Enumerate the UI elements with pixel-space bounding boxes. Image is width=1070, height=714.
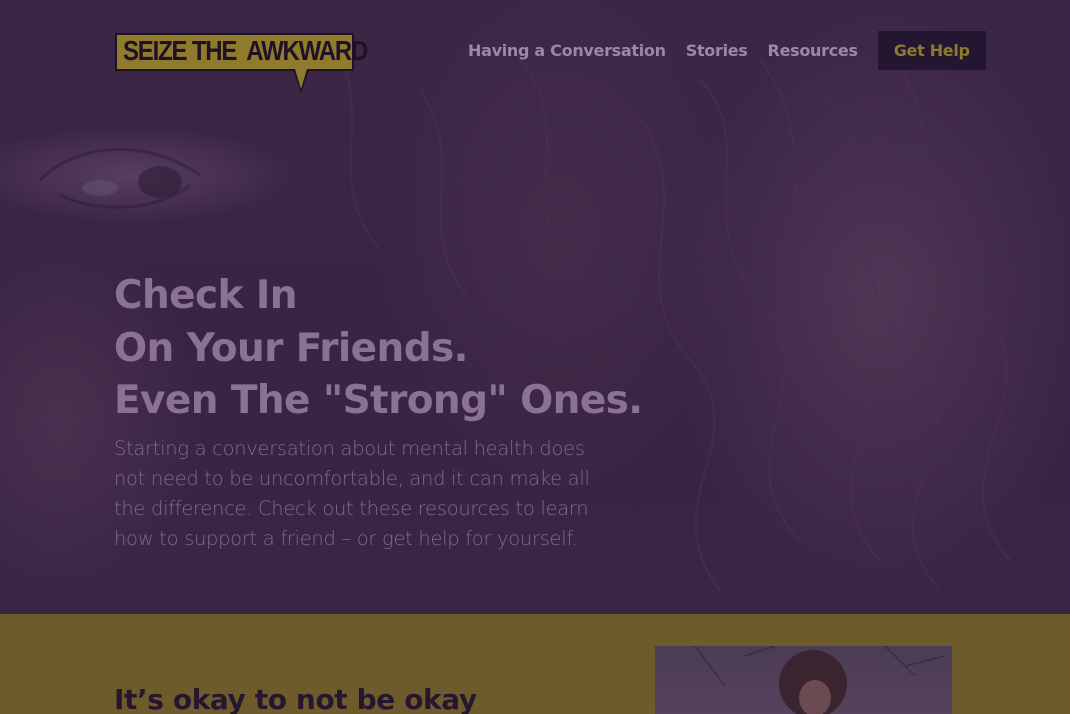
hero-section: SEIZE THE AWKWARD Having a Conversation … — [0, 0, 1070, 614]
headline-line-3: Even The "Strong" Ones. — [114, 378, 643, 423]
hero-headline: Check In On Your Friends. Even The "Stro… — [114, 270, 674, 428]
logo-text: SEIZE THE AWKWARD — [123, 35, 368, 67]
section-heading: It’s okay to not be okay — [114, 683, 477, 714]
main-nav: Having a Conversation Stories Resources … — [468, 30, 986, 70]
hero-subtext: Starting a conversation about mental hea… — [114, 437, 590, 550]
section-photo — [655, 646, 952, 714]
speech-bubble-tail-fill — [295, 69, 307, 89]
get-help-button[interactable]: Get Help — [877, 30, 986, 70]
headline-line-2: On Your Friends. — [114, 325, 468, 371]
headline-line-1: Check In — [114, 273, 298, 318]
nav-link-resources[interactable]: Resources — [768, 41, 858, 60]
nav-link-stories[interactable]: Stories — [686, 41, 748, 60]
site-logo[interactable]: SEIZE THE AWKWARD — [115, 33, 368, 93]
woman-portrait-image — [694, 646, 946, 714]
nav-link-having-a-conversation[interactable]: Having a Conversation — [468, 41, 666, 60]
